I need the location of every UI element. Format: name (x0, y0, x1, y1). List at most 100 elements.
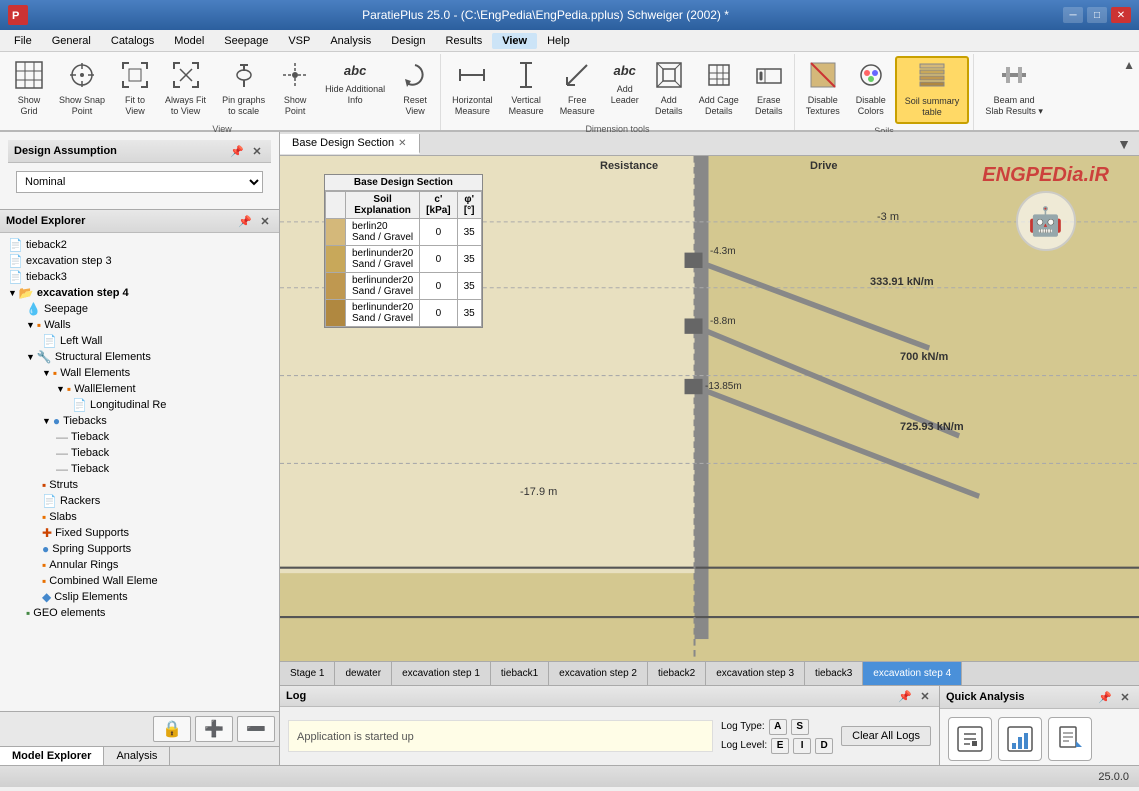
menu-help[interactable]: Help (537, 33, 580, 49)
model-close-icon[interactable]: ✕ (257, 213, 273, 229)
base-design-tab[interactable]: Base Design Section ✕ (280, 134, 420, 154)
menu-vsp[interactable]: VSP (278, 33, 320, 49)
tree-item-wall-elements[interactable]: ▼ ▪ Wall Elements (4, 365, 275, 381)
tree-item-tieback-c[interactable]: — Tieback (4, 461, 275, 477)
walls-icon: ▪ (37, 318, 41, 332)
minimize-button[interactable]: ─ (1063, 7, 1083, 23)
stage-tab-exc4[interactable]: excavation step 4 (863, 662, 962, 685)
tree-item-excavation3[interactable]: 📄 excavation step 3 (4, 253, 275, 269)
tree-item-seepage[interactable]: 💧 Seepage (4, 301, 275, 317)
clear-logs-button[interactable]: Clear All Logs (841, 726, 931, 746)
beam-slab-button[interactable]: Beam andSlab Results ▾ (978, 56, 1050, 122)
add-leader-button[interactable]: abc AddLeader (604, 56, 646, 110)
tree-item-left-wall[interactable]: 📄 Left Wall (4, 333, 275, 349)
tree-item-structural[interactable]: ▼ 🔧 Structural Elements (4, 349, 275, 365)
vertical-measure-button[interactable]: VerticalMeasure (502, 56, 551, 122)
pin-graphs-label: Pin graphsto scale (222, 95, 265, 117)
free-measure-button[interactable]: FreeMeasure (553, 56, 602, 122)
tree-item-longitudinal[interactable]: 📄 Longitudinal Re (4, 397, 275, 413)
pin-icon[interactable]: 📌 (229, 143, 245, 159)
tree-item-tiebacks[interactable]: ▼ ● Tiebacks (4, 413, 275, 429)
add-cage-button[interactable]: Add CageDetails (692, 56, 746, 122)
menu-analysis[interactable]: Analysis (320, 33, 381, 49)
menu-file[interactable]: File (4, 33, 42, 49)
show-snap-button[interactable]: Show SnapPoint (52, 56, 112, 122)
tree-item-tieback2[interactable]: 📄 tieback2 (4, 237, 275, 253)
tree-item-walls[interactable]: ▼ ▪ Walls (4, 317, 275, 333)
tree-item-annular[interactable]: ▪ Annular Rings (4, 557, 275, 573)
soil-summary-button[interactable]: Soil summarytable (895, 56, 970, 124)
close-button[interactable]: ✕ (1111, 7, 1131, 23)
app-icon: P (8, 5, 28, 25)
always-fit-button[interactable]: Always Fitto View (158, 56, 213, 122)
stage-tab-tieback1[interactable]: tieback1 (491, 662, 549, 685)
tree-item-tieback-a[interactable]: — Tieback (4, 429, 275, 445)
fit-view-button[interactable]: Fit toView (114, 56, 156, 122)
menu-general[interactable]: General (42, 33, 101, 49)
disable-colors-button[interactable]: DisableColors (849, 56, 893, 122)
qa-results-button[interactable] (998, 717, 1042, 761)
tree-item-excavation4[interactable]: ▼ 📂 excavation step 4 (4, 285, 275, 301)
lock-button[interactable]: 🔒 (153, 716, 191, 742)
qa-pin-icon[interactable]: 📌 (1097, 689, 1113, 705)
stage-tab-exc1[interactable]: excavation step 1 (392, 662, 491, 685)
close-panel-icon[interactable]: ✕ (249, 143, 265, 159)
model-explorer-tab[interactable]: Model Explorer (0, 747, 104, 765)
menu-seepage[interactable]: Seepage (214, 33, 278, 49)
qa-report-button[interactable] (1048, 717, 1092, 761)
tree-item-struts[interactable]: ▪ Struts (4, 477, 275, 493)
menu-catalogs[interactable]: Catalogs (101, 33, 164, 49)
tree-item-slabs[interactable]: ▪ Slabs (4, 509, 275, 525)
log-pin-icon[interactable]: 📌 (897, 688, 913, 704)
log-close-icon[interactable]: ✕ (917, 688, 933, 704)
log-level-I[interactable]: I (793, 738, 811, 754)
menu-design[interactable]: Design (381, 33, 435, 49)
stage-tab-exc3[interactable]: excavation step 3 (706, 662, 805, 685)
log-type-S[interactable]: S (791, 719, 809, 735)
show-grid-button[interactable]: ShowGrid (8, 56, 50, 122)
tieback3-label: tieback3 (26, 271, 67, 283)
log-level-label: Log Level: (721, 740, 767, 751)
stage-tab-tieback3[interactable]: tieback3 (805, 662, 863, 685)
stage-tab-tieback2[interactable]: tieback2 (648, 662, 706, 685)
add-button[interactable]: ➕ (195, 716, 233, 742)
disable-colors-label: DisableColors (856, 95, 886, 117)
stage-tab-dewater[interactable]: dewater (335, 662, 392, 685)
stage-tab-exc2[interactable]: excavation step 2 (549, 662, 648, 685)
tree-item-geo[interactable]: ▪ GEO elements (4, 605, 275, 621)
qa-calc-button[interactable] (948, 717, 992, 761)
show-point-button[interactable]: ShowPoint (274, 56, 316, 122)
add-details-button[interactable]: AddDetails (648, 56, 690, 122)
ribbon-collapse-button[interactable]: ▲ (1123, 58, 1135, 72)
tree-item-rackers[interactable]: 📄 Rackers (4, 493, 275, 509)
maximize-button[interactable]: □ (1087, 7, 1107, 23)
horizontal-measure-button[interactable]: HorizontalMeasure (445, 56, 500, 122)
qa-close-icon[interactable]: ✕ (1117, 689, 1133, 705)
analysis-tab[interactable]: Analysis (104, 747, 170, 765)
tree-item-spring[interactable]: ● Spring Supports (4, 541, 275, 557)
erase-details-button[interactable]: EraseDetails (748, 56, 790, 122)
tree-item-fixed[interactable]: ✚ Fixed Supports (4, 525, 275, 541)
menu-view[interactable]: View (492, 33, 537, 49)
base-design-close[interactable]: ✕ (398, 138, 406, 149)
menu-model[interactable]: Model (164, 33, 214, 49)
log-level-E[interactable]: E (771, 738, 789, 754)
tree-item-tieback-b[interactable]: — Tieback (4, 445, 275, 461)
tree-item-cslip[interactable]: ◆ Cslip Elements (4, 589, 275, 605)
tab-expand-button[interactable]: ▼ (1109, 136, 1139, 152)
reset-view-button[interactable]: ResetView (394, 56, 436, 122)
tree-item-tieback3[interactable]: 📄 tieback3 (4, 269, 275, 285)
design-assumption-select[interactable]: Nominal Ultimate Serviceability (16, 171, 263, 193)
stage-tab-1[interactable]: Stage 1 (280, 662, 335, 685)
log-type-A[interactable]: A (769, 719, 787, 735)
tree-item-wall-element[interactable]: ▼ ▪ WallElement (4, 381, 275, 397)
log-level-D[interactable]: D (815, 738, 833, 754)
model-pin-icon[interactable]: 📌 (237, 213, 253, 229)
hide-additional-button[interactable]: abc Hide AdditionalInfo (318, 56, 392, 110)
disable-textures-button[interactable]: DisableTextures (799, 56, 847, 122)
tree-item-combined[interactable]: ▪ Combined Wall Eleme (4, 573, 275, 589)
tieback-c-icon: — (56, 462, 68, 476)
pin-graphs-button[interactable]: Pin graphsto scale (215, 56, 272, 122)
remove-button[interactable]: ➖ (237, 716, 275, 742)
menu-results[interactable]: Results (436, 33, 493, 49)
